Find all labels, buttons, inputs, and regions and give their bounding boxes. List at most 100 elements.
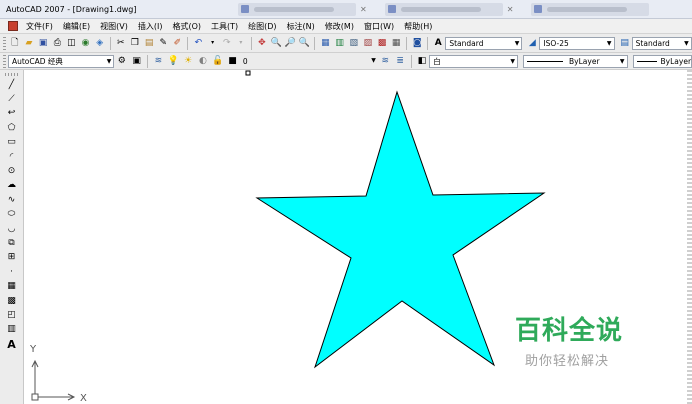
tab-favicon-icon (241, 5, 249, 13)
publish-icon[interactable]: ◉ (80, 37, 92, 50)
arc-icon[interactable]: ◜ (4, 150, 20, 164)
vertical-scrollbar[interactable] (687, 70, 692, 404)
text-style-select[interactable]: Standard ▼ (445, 36, 523, 50)
blurred-tab-1[interactable] (238, 2, 356, 16)
quickcalc-icon[interactable]: ▦ (390, 37, 402, 50)
new-file-icon[interactable]: 🗋 (9, 37, 21, 50)
toolbar-grip[interactable] (3, 36, 6, 50)
blurred-tab-2[interactable] (384, 2, 503, 16)
ucs-y-label: Y (29, 344, 37, 355)
workspace-select[interactable]: AutoCAD 经典 ▼ (7, 54, 115, 68)
blurred-tab-3[interactable] (531, 2, 650, 16)
ucs-x-label: X (80, 393, 87, 404)
block-editor-icon[interactable]: ✐ (171, 37, 183, 50)
sheet-set-icon[interactable]: ▨ (362, 37, 374, 50)
make-object-layer-current-icon[interactable]: ≋ (379, 55, 392, 68)
layer-on-bulb-icon[interactable]: 💡 (167, 55, 180, 68)
watermark-title: 百科全说 (515, 316, 624, 346)
linetype-select[interactable]: ByLayer ▼ (523, 54, 628, 68)
match-properties-icon[interactable]: ✎ (157, 37, 169, 50)
menu-file[interactable]: 文件(F) (21, 21, 58, 32)
paste-icon[interactable]: ▤ (143, 37, 155, 50)
menu-format[interactable]: 格式(O) (167, 21, 206, 32)
zoom-realtime-icon[interactable]: 🔍 (270, 37, 282, 50)
menu-edit[interactable]: 编辑(E) (58, 21, 95, 32)
undo-dropdown-icon[interactable]: ▾ (207, 37, 219, 50)
menu-help[interactable]: 帮助(H) (399, 21, 437, 32)
menu-tools[interactable]: 工具(T) (206, 21, 243, 32)
lineweight-select[interactable]: ByLayer (632, 54, 692, 68)
help-icon[interactable]: ◙ (411, 37, 423, 50)
table-style-select[interactable]: Standard ▼ (631, 36, 692, 50)
dim-style-icon[interactable]: ◢ (526, 37, 538, 50)
polygon-icon[interactable]: ⬠ (4, 121, 20, 135)
polyline-icon[interactable]: ↩ (4, 107, 20, 121)
close-icon[interactable]: ✕ (360, 5, 367, 14)
layer-freeze-vp-icon[interactable]: ◐ (196, 55, 209, 68)
ellipse-arc-icon[interactable]: ◡ (4, 222, 20, 236)
open-folder-icon[interactable]: ▰ (23, 37, 35, 50)
redo-dropdown-icon[interactable]: ▾ (235, 37, 247, 50)
revision-cloud-icon[interactable]: ☁ (4, 179, 20, 193)
close-icon[interactable]: ✕ (507, 5, 514, 14)
layer-previous-icon[interactable]: ≣ (394, 55, 407, 68)
construction-line-icon[interactable]: ⟋ (4, 92, 20, 106)
layer-color-swatch-icon[interactable]: ■ (226, 55, 239, 68)
text-style-icon[interactable]: A (432, 37, 444, 50)
grip-marker[interactable] (245, 70, 251, 76)
pan-icon[interactable]: ✥ (256, 37, 268, 50)
properties-icon[interactable]: ▦ (319, 37, 331, 50)
print-preview-icon[interactable]: ◫ (65, 37, 77, 50)
workspace-settings-icon[interactable]: ⚙ (115, 55, 128, 68)
circle-icon[interactable]: ⊙ (4, 164, 20, 178)
menu-dimension[interactable]: 标注(N) (282, 21, 320, 32)
zoom-previous-icon[interactable]: 🔍 (298, 37, 310, 50)
gradient-icon[interactable]: ▩ (4, 294, 20, 308)
menu-insert[interactable]: 插入(I) (133, 21, 168, 32)
workspace-save-icon[interactable]: ▣ (130, 55, 143, 68)
menu-window[interactable]: 窗口(W) (359, 21, 399, 32)
design-center-icon[interactable]: ▥ (334, 37, 346, 50)
color-select[interactable]: 白 ▼ (429, 54, 519, 68)
cyan-star[interactable] (255, 90, 546, 369)
hatch-icon[interactable]: ▦ (4, 279, 20, 293)
spline-icon[interactable]: ∿ (4, 193, 20, 207)
layer-lock-icon[interactable]: 🔓 (211, 55, 224, 68)
tool-palettes-icon[interactable]: ▧ (348, 37, 360, 50)
chevron-down-icon: ▼ (606, 39, 612, 47)
3d-dwf-icon[interactable]: ◈ (94, 37, 106, 50)
markup-icon[interactable]: ▩ (376, 37, 388, 50)
title-bar: AutoCAD 2007 - [Drawing1.dwg] ✕ ✕ (0, 0, 692, 19)
table-icon[interactable]: ▥ (4, 323, 20, 337)
toolbar-grip[interactable] (3, 54, 6, 68)
copy-icon[interactable]: ❐ (129, 37, 141, 50)
insert-block-icon[interactable]: ⧉ (4, 236, 20, 250)
ellipse-icon[interactable]: ⬭ (4, 208, 20, 222)
layer-select[interactable]: 0 ▼ (240, 55, 378, 68)
save-icon[interactable]: ▣ (37, 37, 49, 50)
chevron-down-icon: ▼ (619, 57, 625, 65)
redo-icon[interactable]: ↷ (221, 37, 233, 50)
multiline-text-icon[interactable]: A (4, 337, 20, 351)
menu-modify[interactable]: 修改(M) (320, 21, 359, 32)
dim-style-select[interactable]: ISO-25 ▼ (539, 36, 615, 50)
tab-favicon-icon (387, 5, 396, 13)
point-icon[interactable]: · (4, 265, 20, 279)
layer-freeze-sun-icon[interactable]: ☀ (182, 55, 195, 68)
print-icon[interactable]: ⎙ (51, 37, 63, 50)
cut-icon[interactable]: ✂ (115, 37, 127, 50)
table-style-icon[interactable]: ▤ (619, 37, 631, 50)
region-icon[interactable]: ◰ (4, 308, 20, 322)
make-block-icon[interactable]: ⊞ (4, 251, 20, 265)
menu-draw[interactable]: 绘图(D) (243, 21, 281, 32)
window-title: AutoCAD 2007 - [Drawing1.dwg] (6, 4, 137, 14)
chevron-down-icon: ▼ (510, 57, 516, 65)
rectangle-icon[interactable]: ▭ (4, 136, 20, 150)
undo-icon[interactable]: ↶ (192, 37, 204, 50)
toolbar-grip[interactable] (4, 73, 19, 76)
line-icon[interactable]: ╱ (4, 78, 20, 92)
autocad-app-icon[interactable] (8, 21, 18, 31)
zoom-window-icon[interactable]: 🔎 (284, 37, 296, 50)
menu-view[interactable]: 视图(V) (95, 21, 133, 32)
layer-manager-icon[interactable]: ≋ (152, 55, 165, 68)
